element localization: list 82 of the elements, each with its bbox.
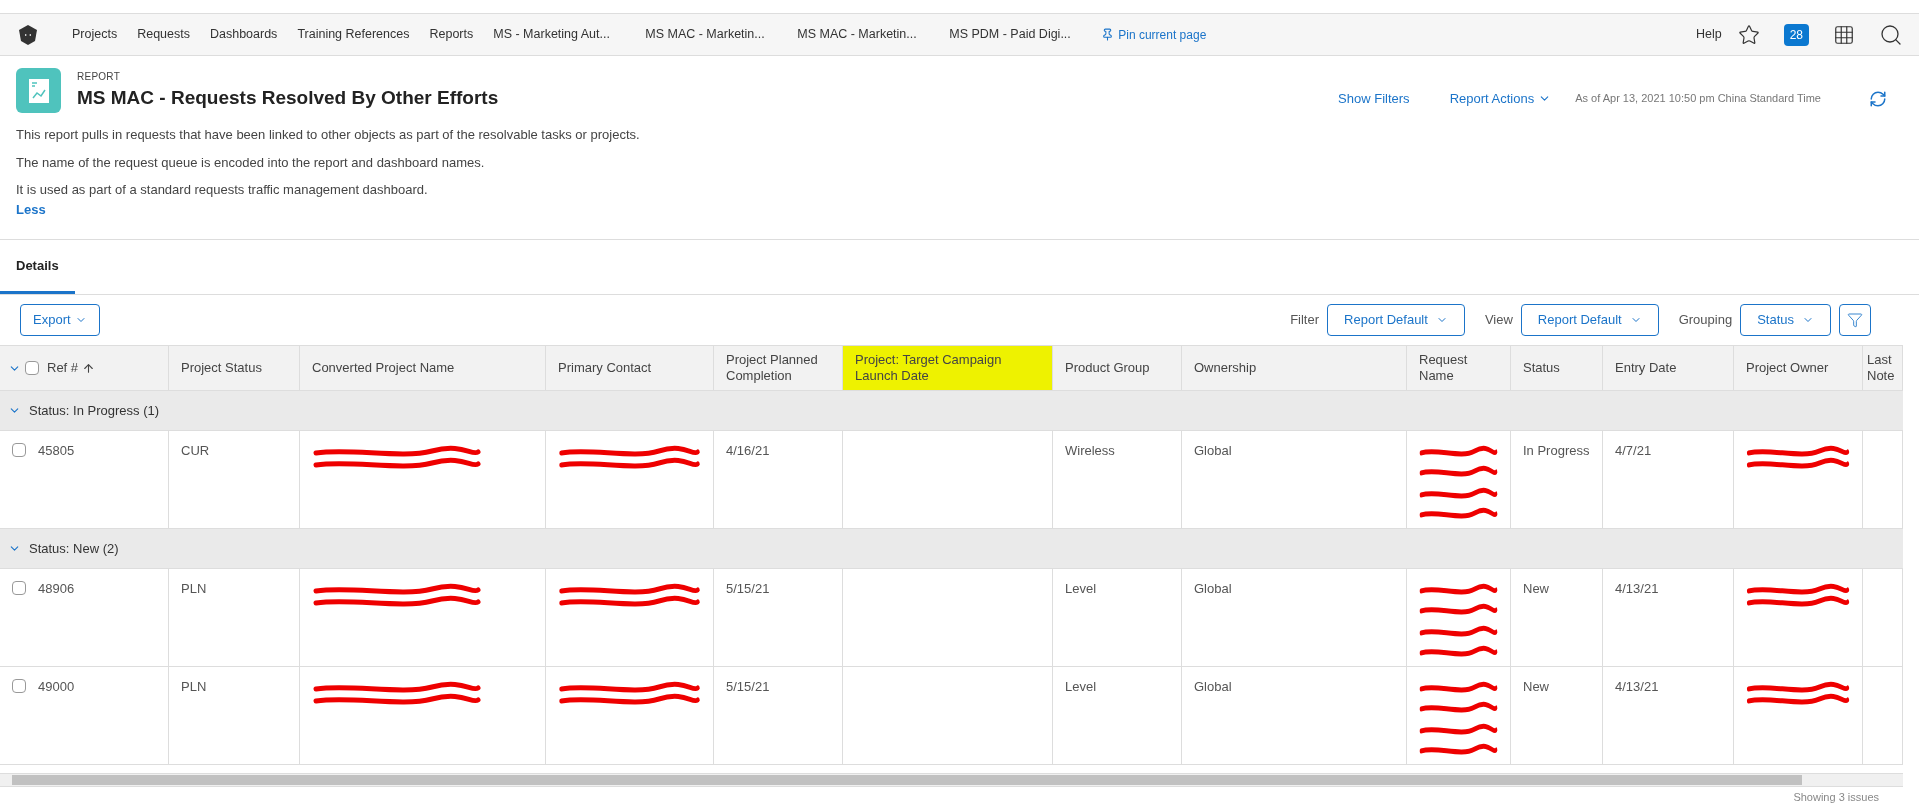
table-cell: 4/13/21 [1615, 679, 1659, 695]
table-cell: 5/15/21 [726, 581, 770, 597]
table-cell: 45805 [38, 443, 75, 459]
column-header[interactable]: Product Group [1065, 359, 1150, 377]
show-filters-link[interactable]: Show Filters [1338, 88, 1410, 109]
table-cell: In Progress [1523, 443, 1590, 459]
results-count: Showing 3 issues [1793, 792, 1879, 803]
table-cell: 4/13/21 [1615, 581, 1659, 597]
table-cell: New [1523, 679, 1549, 695]
pin-icon [1101, 28, 1115, 41]
help-link[interactable]: Help [1695, 25, 1722, 44]
column-header[interactable]: Project: Target Campaign Launch Date [843, 346, 1052, 390]
apps-grid-icon[interactable] [1833, 23, 1855, 46]
nav-link[interactable]: Training References [297, 25, 410, 44]
horizontal-scrollbar[interactable] [0, 773, 1903, 787]
nav-link[interactable]: MS MAC - Marketin... [797, 25, 950, 44]
column-header[interactable]: Primary Contact [558, 359, 652, 377]
funnel-icon [1847, 312, 1863, 328]
favorite-star-icon[interactable] [1737, 23, 1760, 46]
less-link[interactable]: Less [16, 199, 1339, 219]
description-text: The name of the request queue is encoded into the report and dashboard names. [16, 153, 486, 172]
grouping-label: Grouping [1678, 311, 1733, 330]
table-cell: PLN [181, 679, 207, 695]
table-cell: Global [1194, 679, 1232, 695]
description-text: It is used as part of a standard requests traffic management dashboard. [16, 181, 429, 199]
table-cell: CUR [181, 443, 210, 459]
export-button[interactable]: Export [20, 304, 100, 336]
nav-link[interactable]: MS - Marketing Aut... [493, 25, 646, 44]
nav-link[interactable]: Reports [429, 25, 474, 44]
column-header[interactable]: Ownership [1194, 359, 1257, 377]
column-header[interactable]: Last Note [1867, 351, 1902, 385]
nav-link[interactable]: MS MAC - Marketin... [645, 25, 798, 44]
table-cell: Global [1194, 443, 1232, 459]
pin-page-link[interactable]: Pin current page [1101, 25, 1207, 44]
column-header[interactable]: Ref # [47, 359, 79, 377]
filter-funnel-button[interactable] [1839, 304, 1871, 336]
group-label: Status: New (2) [29, 539, 119, 558]
table-cell: New [1523, 581, 1549, 597]
row-checkbox[interactable] [25, 361, 39, 375]
report-title: MS MAC - Requests Resolved By Other Efforts [77, 85, 499, 110]
nav-link[interactable]: Dashboards [209, 25, 278, 44]
description-text: This report pulls in requests that have been linked to other objects as part of the resolvable tasks or projects. [16, 126, 641, 144]
column-header[interactable]: Converted Project Name [312, 359, 455, 377]
nav-link[interactable]: MS PDM - Paid Digi... [949, 25, 1102, 44]
row-checkbox[interactable] [12, 581, 26, 595]
table-cell: Wireless [1065, 443, 1115, 459]
filter-label: Filter [1290, 311, 1320, 330]
notification-badge[interactable]: 28 [1783, 23, 1809, 46]
table-cell: Level [1065, 581, 1097, 597]
report-icon [16, 68, 61, 113]
column-header[interactable]: Request Name [1419, 351, 1498, 385]
nav-link[interactable]: Projects [72, 25, 118, 44]
as-of-timestamp: As of Apr 13, 2021 10:50 pm China Standard Time [1575, 91, 1821, 107]
refresh-icon[interactable] [1869, 89, 1887, 108]
report-actions-menu[interactable]: Report Actions [1449, 88, 1552, 109]
nav-link[interactable]: Requests [137, 25, 190, 44]
details-tab[interactable]: Details [0, 255, 75, 294]
row-checkbox[interactable] [12, 443, 26, 457]
column-header[interactable]: Project Status [181, 359, 262, 377]
group-header-row[interactable]: Status: In Progress (1) [0, 391, 1903, 431]
grouping-dropdown[interactable]: Status [1740, 304, 1831, 336]
group-label: Status: In Progress (1) [29, 401, 160, 420]
row-checkbox[interactable] [12, 679, 26, 693]
table-cell: 5/15/21 [726, 679, 770, 695]
column-header[interactable]: Status [1523, 359, 1560, 377]
table-cell: 49000 [38, 679, 75, 695]
sort-ascending-icon [82, 361, 96, 375]
column-header[interactable]: Project Planned Completion [726, 351, 830, 385]
report-kicker: REPORT [77, 69, 121, 84]
search-icon[interactable] [1879, 22, 1903, 47]
column-header[interactable]: Project Owner [1746, 359, 1829, 377]
filter-dropdown[interactable]: Report Default [1327, 304, 1465, 336]
view-label: View [1484, 311, 1513, 330]
table-cell: 48906 [38, 581, 75, 597]
group-header-row[interactable]: Status: New (2) [0, 529, 1903, 569]
table-cell: Level [1065, 679, 1097, 695]
view-dropdown[interactable]: Report Default [1520, 304, 1659, 336]
table-cell: Global [1194, 581, 1232, 597]
column-header[interactable]: Entry Date [1615, 359, 1677, 377]
table-cell: 4/7/21 [1615, 443, 1652, 459]
table-cell: 4/16/21 [726, 443, 770, 459]
table-cell: PLN [181, 581, 207, 597]
